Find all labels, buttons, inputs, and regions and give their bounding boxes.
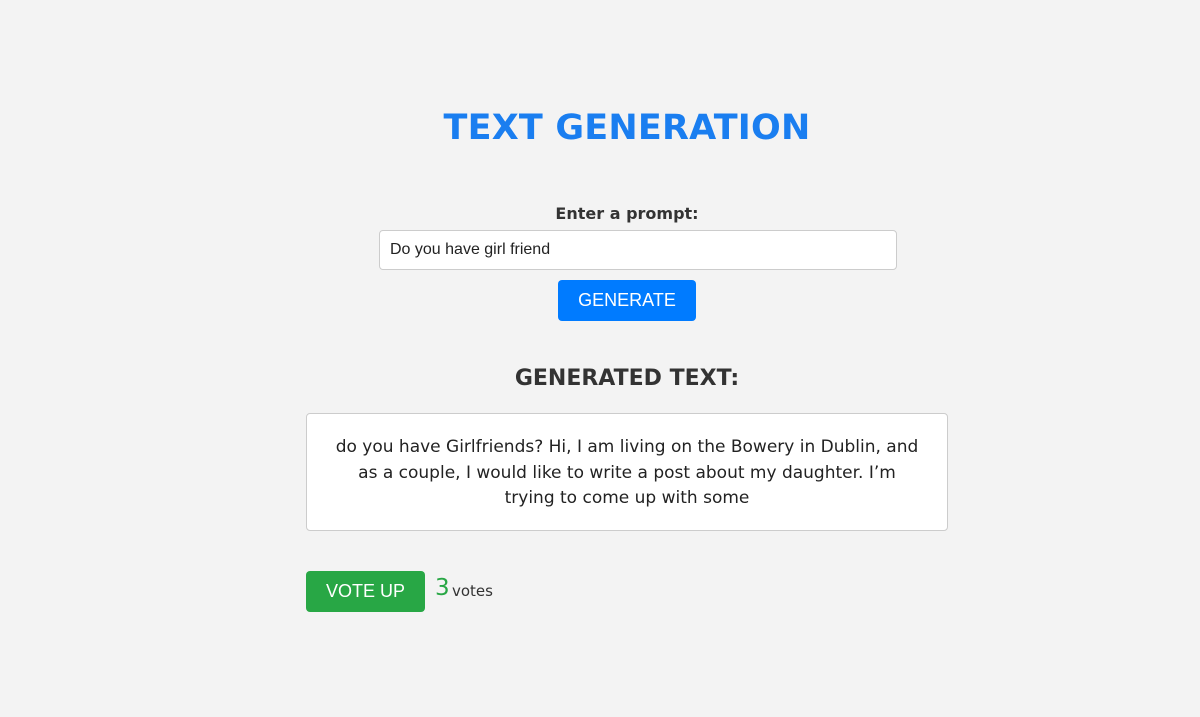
prompt-label: Enter a prompt:: [555, 204, 699, 223]
generated-text-box: do you have Girlfriends? Hi, I am living…: [306, 413, 948, 531]
vote-unit-label: votes: [452, 582, 493, 600]
vote-up-button[interactable]: VOTE UP: [306, 571, 425, 612]
vote-count: 3: [435, 575, 450, 601]
page: TEXT GENERATION Enter a prompt: GENERATE…: [0, 0, 1200, 717]
page-title: TEXT GENERATION: [443, 108, 811, 148]
generated-text-heading: GENERATED TEXT:: [514, 366, 740, 391]
generate-button[interactable]: GENERATE: [558, 280, 696, 321]
generated-text: do you have Girlfriends? Hi, I am living…: [335, 437, 919, 508]
prompt-input[interactable]: [379, 230, 897, 270]
